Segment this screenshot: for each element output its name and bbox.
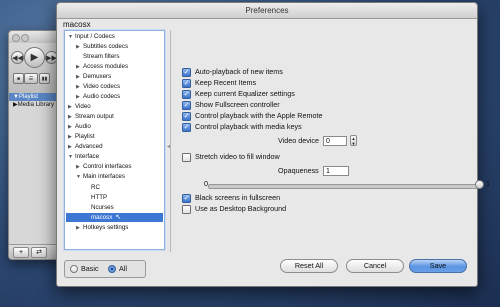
opaqueness-max-label: 1 — [486, 179, 490, 188]
tree-item-audio[interactable]: ▶ Audio — [68, 122, 91, 131]
opaqueness-slider[interactable] — [208, 184, 482, 189]
video-device-stepper[interactable]: ▲ ▼ — [350, 135, 357, 146]
keep-equalizer-checkbox[interactable]: ✓ — [182, 89, 191, 99]
black-screens-option[interactable]: ✓ Black screens in fullscreen — [182, 193, 280, 203]
stretch-video-option[interactable]: Stretch video to fill window — [182, 152, 280, 162]
mouse-cursor-icon: ↖ — [115, 214, 122, 221]
disclosure-icon[interactable]: ▶ — [76, 224, 83, 233]
preferences-window: Preferences macosx ▼ Input / Codecs ▶ Subt… — [56, 2, 490, 287]
stop-icon[interactable]: ■ — [13, 73, 24, 84]
stepper-down-icon[interactable]: ▼ — [352, 141, 356, 146]
tree-item-hotkeys-settings[interactable]: ▶ Hotkeys settings — [76, 223, 128, 232]
opaqueness-field[interactable]: 1 — [323, 166, 349, 176]
autoplay-option[interactable]: ✓ Auto-playback of new items — [182, 67, 283, 77]
rewind-icon[interactable]: ◀◀ — [11, 51, 24, 64]
desktop-background-option[interactable]: Use as Desktop Background — [182, 204, 286, 214]
disclosure-icon[interactable]: ▶ — [68, 143, 75, 152]
divider-grip-icon[interactable]: ◂ — [167, 143, 170, 150]
disclosure-icon[interactable]: ▶ — [76, 83, 83, 92]
tree-item-subtitles-codecs[interactable]: ▶ Subtitles codecs — [76, 42, 128, 51]
tree-item-input-codecs[interactable]: ▼ Input / Codecs — [68, 32, 115, 41]
disclosure-icon[interactable]: ▶ — [68, 113, 75, 122]
tree-item-stream-output[interactable]: ▶ Stream output — [68, 112, 114, 121]
disclosure-icon[interactable]: ▶ — [68, 123, 75, 132]
preferences-tree[interactable]: ▼ Input / Codecs ▶ Subtitles codecs Stream… — [64, 30, 165, 250]
cancel-button[interactable]: Cancel — [346, 259, 404, 273]
disclosure-icon[interactable]: ▼ — [76, 173, 83, 182]
tree-item-control-interfaces[interactable]: ▶ Control interfaces — [76, 162, 132, 171]
opaqueness-label: Opaqueness — [278, 166, 319, 175]
disclosure-icon[interactable]: ▶ — [76, 93, 83, 102]
minimize-dot[interactable] — [21, 34, 29, 42]
autoplay-checkbox[interactable]: ✓ — [182, 67, 191, 77]
opaqueness-slider-knob[interactable] — [475, 180, 484, 189]
fullscreen-controller-option[interactable]: ✓ Show Fullscreen controller — [182, 100, 280, 110]
reset-all-button[interactable]: Reset All — [280, 259, 338, 273]
play-icon[interactable]: ▶ — [24, 47, 45, 68]
pause-icon[interactable]: ▮▮ — [39, 73, 50, 84]
split-view-divider[interactable] — [170, 30, 171, 252]
tree-item-video[interactable]: ▶ Video — [68, 102, 91, 111]
settings-panel: ✓ Auto-playback of new items ✓ Keep Recent… — [175, 57, 490, 255]
basic-radio-label[interactable]: Basic — [81, 264, 99, 274]
tree-item-interface[interactable]: ▼ Interface — [68, 152, 99, 161]
close-dot[interactable] — [12, 34, 20, 42]
keep-recent-checkbox[interactable]: ✓ — [182, 78, 191, 88]
tree-item-main-interfaces[interactable]: ▼ Main interfaces — [76, 172, 125, 181]
disclosure-icon[interactable]: ▶ — [68, 103, 75, 112]
add-button[interactable]: + — [13, 247, 29, 258]
media-keys-option[interactable]: ✓ Control playback with media keys — [182, 122, 302, 132]
tree-item-audio-codecs[interactable]: ▶ Audio codecs — [76, 92, 120, 101]
window-title: Preferences — [57, 3, 477, 19]
menu-icon[interactable]: ☰ — [24, 73, 38, 84]
disclosure-icon[interactable]: ▶ — [76, 43, 83, 52]
disclosure-icon[interactable]: ▶ — [76, 73, 83, 82]
disclosure-icon[interactable]: ▼ — [68, 153, 75, 162]
media-keys-checkbox[interactable]: ✓ — [182, 122, 191, 132]
vlc-player-window: ◀◀ ▶ ▶▶ ■ ☰ ▮▮ ▼Playlist ▶Media Library … — [8, 30, 62, 260]
fullscreen-controller-checkbox[interactable]: ✓ — [182, 100, 191, 110]
playlist-header[interactable]: ▼Playlist — [9, 93, 61, 101]
tree-item-access-modules[interactable]: ▶ Access modules — [76, 62, 128, 71]
basic-radio[interactable] — [70, 265, 78, 273]
tree-item-ncurses[interactable]: Ncurses — [91, 203, 114, 212]
apple-remote-option[interactable]: ✓ Control playback with the Apple Remote — [182, 111, 322, 121]
black-screens-checkbox[interactable]: ✓ — [182, 193, 191, 203]
disclosure-icon[interactable]: ▼ — [68, 33, 75, 42]
section-title: macosx — [63, 20, 91, 29]
media-library-item[interactable]: ▶Media Library — [9, 101, 61, 109]
save-button[interactable]: Save — [409, 259, 467, 273]
view-mode-selector: Basic All — [64, 260, 146, 278]
disclosure-icon[interactable]: ▶ — [76, 163, 83, 172]
tree-item-video-codecs[interactable]: ▶ Video codecs — [76, 82, 120, 91]
shuffle-button[interactable]: ⇄ — [31, 247, 47, 258]
player-bottom-bar: + ⇄ — [9, 244, 61, 259]
video-device-label: Video device — [278, 136, 320, 145]
tree-item-advanced[interactable]: ▶ Advanced — [68, 142, 103, 151]
tree-item-http[interactable]: HTTP — [91, 193, 107, 202]
apple-remote-checkbox[interactable]: ✓ — [182, 111, 191, 121]
desktop-background-checkbox[interactable] — [182, 204, 191, 214]
disclosure-icon[interactable]: ▶ — [68, 133, 75, 142]
tree-item-stream-filters[interactable]: Stream filters — [76, 52, 119, 61]
keep-recent-option[interactable]: ✓ Keep Recent Items — [182, 78, 256, 88]
player-controls: ◀◀ ▶ ▶▶ ■ ☰ ▮▮ — [9, 43, 61, 93]
tree-item-rc[interactable]: RC — [91, 183, 100, 192]
video-device-field[interactable]: 0 — [323, 136, 347, 146]
all-radio-label[interactable]: All — [119, 264, 127, 274]
tree-item-demuxers[interactable]: ▶ Demuxers — [76, 72, 111, 81]
tree-item-playlist[interactable]: ▶ Playlist — [68, 132, 95, 141]
keep-equalizer-option[interactable]: ✓ Keep current Equalizer settings — [182, 89, 295, 99]
tree-item-macosx[interactable]: macosx ↖ — [66, 213, 163, 222]
all-radio[interactable] — [108, 265, 116, 273]
player-titlebar — [9, 31, 61, 43]
disclosure-icon[interactable]: ▶ — [76, 63, 83, 72]
stretch-video-checkbox[interactable] — [182, 152, 191, 162]
